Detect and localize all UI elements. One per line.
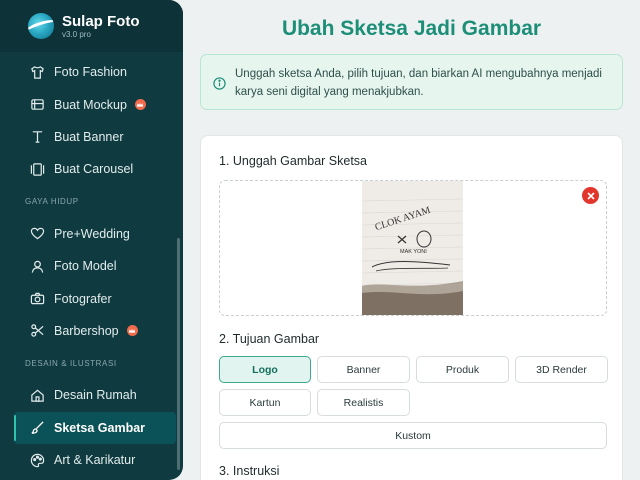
brush-icon xyxy=(30,420,45,435)
carousel-icon xyxy=(30,162,45,177)
sidebar-item-buat-banner[interactable]: Buat Banner xyxy=(0,121,176,153)
home-icon xyxy=(30,388,45,403)
sidebar-item-foto-model[interactable]: Foto Model xyxy=(0,250,176,282)
sidebar-item-foto-fashion[interactable]: Foto Fashion xyxy=(0,56,176,88)
purpose-realistis-button[interactable]: Realistis xyxy=(317,389,410,416)
info-icon xyxy=(213,77,226,90)
sidebar-nav: Foto Fashion Buat Mockup Buat Banner Bua… xyxy=(0,56,176,476)
sidebar-scrollbar[interactable] xyxy=(177,238,180,470)
sidebar-item-label: Buat Banner xyxy=(54,129,124,144)
text-icon xyxy=(30,129,45,144)
remove-image-button[interactable] xyxy=(582,187,599,204)
app-name: Sulap Foto xyxy=(62,12,140,30)
sidebar-item-label: Foto Fashion xyxy=(54,65,127,80)
close-icon xyxy=(586,191,595,200)
purpose-banner-button[interactable]: Banner xyxy=(317,356,410,383)
sidebar-item-label: Buat Mockup xyxy=(54,97,127,112)
upload-dropzone[interactable]: CLOK AYAM MAK YONI xyxy=(219,180,607,316)
sidebar-item-label: Desain Rumah xyxy=(54,388,137,403)
form-card: 1. Unggah Gambar Sketsa CLOK AYAM MAK YO… xyxy=(200,135,623,480)
camera-icon xyxy=(30,291,45,306)
sidebar-item-label: Foto Model xyxy=(54,259,117,274)
brand[interactable]: Sulap Foto v3.0 pro xyxy=(0,0,183,52)
info-text: Unggah sketsa Anda, pilih tujuan, dan bi… xyxy=(235,68,602,98)
sidebar-item-label: Barbershop xyxy=(54,323,119,338)
sidebar-item-fotografer[interactable]: Fotografer xyxy=(0,282,176,314)
sidebar-item-desain-rumah[interactable]: Desain Rumah xyxy=(0,379,176,411)
purpose-logo-button[interactable]: Logo xyxy=(219,356,311,383)
sidebar: Sulap Foto v3.0 pro Foto Fashion Buat Mo… xyxy=(0,0,183,480)
premium-crown-icon xyxy=(126,325,138,337)
sidebar-item-label: Buat Carousel xyxy=(54,162,134,177)
section-lifestyle: GAYA HIDUP xyxy=(25,197,79,207)
svg-text:MAK YONI: MAK YONI xyxy=(400,249,427,255)
page-title: Ubah Sketsa Jadi Gambar xyxy=(281,17,542,40)
sidebar-item-buat-carousel[interactable]: Buat Carousel xyxy=(0,153,176,185)
purpose-3d-render-button[interactable]: 3D Render xyxy=(515,356,608,383)
premium-crown-icon xyxy=(134,99,146,111)
step-upload-label: 1. Unggah Gambar Sketsa xyxy=(219,154,367,168)
scissors-icon xyxy=(30,323,45,338)
palette-icon xyxy=(30,453,45,468)
info-banner: Unggah sketsa Anda, pilih tujuan, dan bi… xyxy=(200,54,623,110)
sidebar-item-prewedding[interactable]: Pre+Wedding xyxy=(0,218,176,250)
logo-icon xyxy=(28,13,54,39)
sidebar-item-label: Fotografer xyxy=(54,291,112,306)
sidebar-item-art-karikatur[interactable]: Art & Karikatur xyxy=(0,444,176,476)
purpose-custom-button[interactable]: Kustom xyxy=(219,422,607,449)
sidebar-item-buat-mockup[interactable]: Buat Mockup xyxy=(0,88,176,120)
sidebar-item-sketsa-gambar[interactable]: Sketsa Gambar xyxy=(14,411,176,444)
sidebar-item-barbershop[interactable]: Barbershop xyxy=(0,315,176,347)
purpose-kartun-button[interactable]: Kartun xyxy=(219,389,311,416)
purpose-produk-button[interactable]: Produk xyxy=(416,356,509,383)
app-version: v3.0 pro xyxy=(62,29,91,39)
mockup-icon xyxy=(30,97,45,112)
sidebar-item-label: Art & Karikatur xyxy=(54,453,136,468)
sidebar-item-label: Sketsa Gambar xyxy=(54,420,146,435)
main-content: Ubah Sketsa Jadi Gambar Unggah sketsa An… xyxy=(183,0,640,480)
sidebar-item-label: Pre+Wedding xyxy=(54,226,130,241)
sketch-image: CLOK AYAM MAK YONI xyxy=(362,181,463,315)
heart-icon xyxy=(30,226,45,241)
step-instruction-label: 3. Instruksi xyxy=(219,464,280,478)
step-purpose-label: 2. Tujuan Gambar xyxy=(219,332,320,346)
shirt-icon xyxy=(30,65,45,80)
user-icon xyxy=(30,259,45,274)
section-design: DESAIN & ILUSTRASI xyxy=(25,358,117,368)
